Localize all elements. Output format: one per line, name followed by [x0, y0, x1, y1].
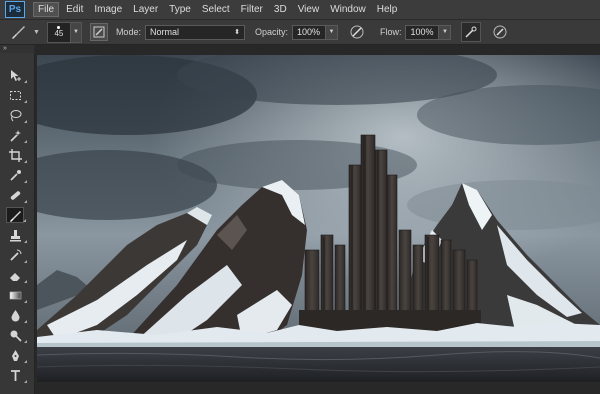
opacity-dropdown[interactable]: ▼ [325, 24, 338, 40]
magic-wand-icon [9, 129, 21, 142]
flow-label: Flow: [379, 27, 402, 37]
menu-window[interactable]: Window [326, 3, 370, 16]
pen-pressure-size-icon [493, 25, 507, 39]
type-tool[interactable] [6, 367, 27, 383]
submenu-indicator [24, 260, 27, 263]
menu-layer[interactable]: Layer [129, 3, 162, 16]
menu-select[interactable]: Select [198, 3, 234, 16]
submenu-indicator [24, 240, 27, 243]
blur-tool[interactable] [6, 307, 27, 323]
rect-marquee-icon [9, 90, 21, 100]
healing-brush-tool[interactable] [6, 187, 27, 203]
opacity-input[interactable]: 100% [291, 24, 326, 40]
airbrush-button[interactable] [461, 22, 482, 42]
submenu-indicator [24, 100, 27, 103]
opacity-label: Opacity: [254, 27, 288, 37]
menu-type[interactable]: Type [165, 3, 195, 16]
submenu-indicator [24, 300, 27, 303]
marquee-tool[interactable] [6, 87, 27, 103]
pen-pressure-icon [350, 25, 364, 39]
flow-input[interactable]: 100% [405, 24, 440, 40]
chevron-down-icon: ▼ [72, 29, 79, 35]
mode-select[interactable]: Normal ⬍ [144, 24, 245, 40]
chevron-down-icon[interactable]: ▼ [33, 29, 40, 36]
crop-tool[interactable] [6, 147, 27, 163]
updown-arrows-icon: ⬍ [234, 29, 240, 36]
tools-panel [0, 53, 35, 394]
submenu-indicator [24, 160, 27, 163]
eraser-icon [9, 272, 20, 281]
airbrush-icon [465, 26, 477, 38]
options-bar: ▼ 45 ▼ Mode: Normal ⬍ Opacity: 100% ▼ Fl… [0, 20, 600, 45]
gradient-icon [9, 291, 21, 299]
pressure-opacity-button[interactable] [348, 23, 366, 41]
chevron-down-icon: ▼ [442, 29, 448, 35]
move-icon [10, 69, 21, 81]
submenu-indicator [24, 280, 27, 283]
brush-tool[interactable] [6, 207, 26, 223]
landscape-image [37, 55, 600, 382]
chevron-down-icon: ▼ [328, 29, 335, 35]
photoshop-logo: Ps [5, 1, 25, 18]
menu-help[interactable]: Help [373, 3, 402, 16]
submenu-indicator [24, 200, 27, 203]
brush-icon [12, 26, 25, 39]
eraser-tool[interactable] [6, 267, 27, 283]
history-brush-tool[interactable] [6, 247, 27, 263]
dodge-icon [10, 330, 22, 342]
submenu-indicator [23, 219, 26, 222]
menu-file[interactable]: File [33, 2, 60, 17]
eyedropper-icon [9, 169, 21, 181]
dodge-tool[interactable] [6, 327, 27, 343]
flow-value: 100% [410, 27, 434, 37]
opacity-value: 100% [296, 27, 320, 37]
menu-3d[interactable]: 3D [270, 3, 291, 16]
flow-dropdown[interactable]: ▼ [439, 24, 452, 40]
eyedropper-tool[interactable] [6, 167, 27, 183]
type-icon [10, 369, 20, 381]
tool-preset-picker[interactable] [6, 22, 30, 42]
document-canvas[interactable] [37, 55, 600, 382]
brush-size-dropdown[interactable]: ▼ [70, 21, 82, 43]
move-tool[interactable] [6, 67, 27, 83]
toolbar-collapse[interactable]: » [0, 45, 34, 53]
history-brush-icon [9, 249, 21, 261]
menu-edit[interactable]: Edit [62, 3, 87, 16]
menu-image[interactable]: Image [90, 3, 126, 16]
gradient-tool[interactable] [6, 287, 27, 303]
bandage-icon [10, 190, 20, 200]
crop-icon [8, 148, 22, 162]
submenu-indicator [24, 140, 27, 143]
mode-value: Normal [149, 27, 179, 37]
menu-view[interactable]: View [294, 3, 324, 16]
submenu-indicator [24, 180, 27, 183]
brush-icon [9, 210, 21, 222]
lasso-tool[interactable] [6, 107, 27, 123]
lasso-icon [10, 109, 21, 121]
mode-label: Mode: [115, 27, 141, 37]
submenu-indicator [24, 320, 27, 323]
pen-icon [11, 349, 19, 361]
pressure-size-button[interactable] [491, 23, 509, 41]
brush-size-value: 45 [54, 29, 64, 38]
menu-bar: Ps File Edit Image Layer Type Select Fil… [0, 0, 600, 20]
brush-panel-icon [93, 26, 105, 38]
submenu-indicator [24, 360, 27, 363]
submenu-indicator [24, 80, 27, 83]
magic-wand-tool[interactable] [6, 127, 27, 143]
stamp-icon [9, 229, 21, 241]
submenu-indicator [24, 340, 27, 343]
drop-icon [11, 309, 19, 321]
clone-stamp-tool[interactable] [6, 227, 27, 243]
pen-tool[interactable] [6, 347, 27, 363]
brush-size-picker[interactable]: 45 [46, 21, 71, 43]
brush-panel-toggle[interactable] [89, 23, 108, 41]
menu-filter[interactable]: Filter [237, 3, 267, 16]
submenu-indicator [24, 380, 27, 383]
submenu-indicator [24, 120, 27, 123]
